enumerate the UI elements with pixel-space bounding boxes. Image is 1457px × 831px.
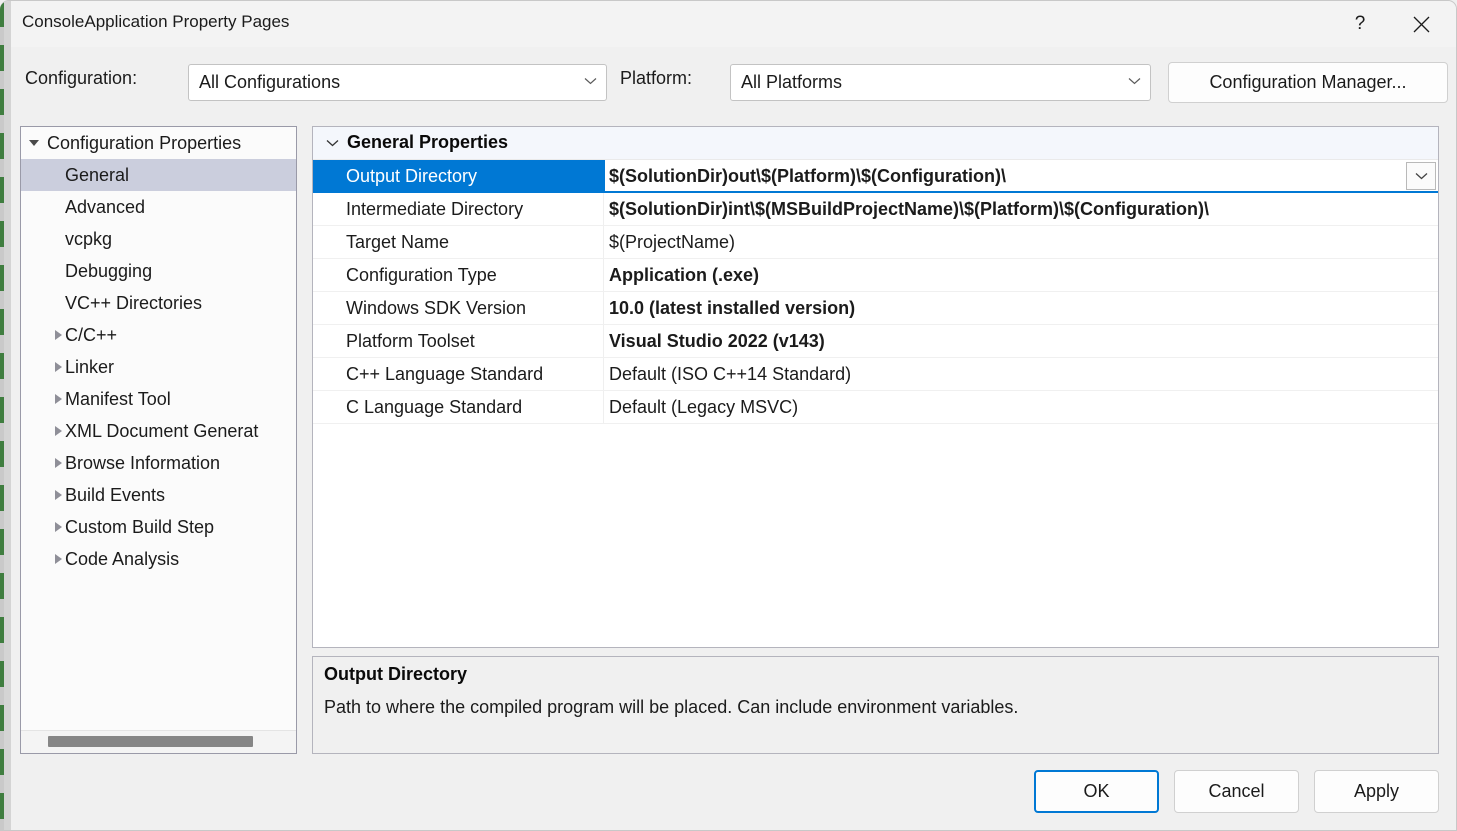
column-separator [603,226,604,258]
tree-item-debugging[interactable]: Debugging [21,255,296,287]
question-mark-icon: ? [1355,13,1366,35]
column-separator [603,292,604,324]
chevron-down-icon [1128,77,1141,85]
tree-item-label: General [21,159,296,191]
tree-expander-collapsed-icon[interactable] [45,351,71,383]
property-row[interactable]: Platform Toolset Visual Studio 2022 (v143… [313,325,1438,358]
tree-item-build-events[interactable]: Build Events [21,479,296,511]
tree-expander-expanded-icon[interactable] [21,127,47,159]
ok-button[interactable]: OK [1034,770,1159,813]
tree-item-xml-document-generat[interactable]: XML Document Generat [21,415,296,447]
tree-item-label: Debugging [21,255,296,287]
property-name: Configuration Type [313,259,572,291]
description-body: Path to where the compiled program will … [324,696,1427,719]
tree-expander-collapsed-icon[interactable] [45,319,71,351]
tree-item-label: VC++ Directories [21,287,296,319]
tree-item-vc-directories[interactable]: VC++ Directories [21,287,296,319]
close-button[interactable] [1398,1,1444,47]
configuration-label: Configuration: [25,68,137,89]
property-name: Intermediate Directory [313,193,572,225]
property-value[interactable]: Application (.exe) [605,259,1438,291]
help-button[interactable]: ? [1337,1,1383,47]
tree-item-label: Advanced [21,191,296,223]
close-icon [1413,16,1430,33]
property-value[interactable]: $(ProjectName) [605,226,1438,258]
dialog-footer: OK Cancel Apply [11,763,1457,831]
property-row[interactable]: Windows SDK Version 10.0 (latest installe… [313,292,1438,325]
platform-label: Platform: [620,68,692,89]
platform-select[interactable]: All Platforms [730,64,1151,101]
property-value[interactable]: Default (Legacy MSVC) [605,391,1438,423]
chevron-down-icon [326,139,339,147]
property-value[interactable]: $(SolutionDir)out\$(Platform)\$(Configur… [605,160,1438,192]
tree-item-code-analysis[interactable]: Code Analysis [21,543,296,575]
property-value-dropdown-button[interactable] [1406,162,1436,190]
tree-expander-collapsed-icon[interactable] [45,447,71,479]
property-pages-dialog: ConsoleApplication Property Pages ? Conf… [0,0,1457,831]
property-name: Platform Toolset [313,325,572,357]
property-row[interactable]: C Language Standard Default (Legacy MSVC) [313,391,1438,424]
scrollbar-thumb[interactable] [48,736,253,747]
cancel-button[interactable]: Cancel [1174,770,1299,813]
column-separator [603,259,604,291]
property-value[interactable]: Visual Studio 2022 (v143) [605,325,1438,357]
configuration-select[interactable]: All Configurations [188,64,607,101]
property-group-header[interactable]: General Properties [313,127,1438,160]
property-row[interactable]: Output Directory $(SolutionDir)out\$(Plat… [313,160,1438,193]
tree-item-browse-information[interactable]: Browse Information [21,447,296,479]
tree-expander-collapsed-icon[interactable] [45,383,71,415]
window-edge-accent [0,1,4,831]
chevron-down-icon [1415,172,1428,180]
property-name: Target Name [313,226,572,258]
property-group-title: General Properties [347,132,508,153]
property-name: C++ Language Standard [313,358,572,390]
property-value[interactable]: $(SolutionDir)int\$(MSBuildProjectName)\… [605,193,1438,225]
window-title: ConsoleApplication Property Pages [22,12,289,32]
configuration-manager-button[interactable]: Configuration Manager... [1168,62,1448,103]
property-row[interactable]: Intermediate Directory $(SolutionDir)int\… [313,193,1438,226]
column-separator [603,391,604,423]
tree-item-manifest-tool[interactable]: Manifest Tool [21,383,296,415]
property-row[interactable]: Configuration Type Application (.exe) [313,259,1438,292]
tree-item-custom-build-step[interactable]: Custom Build Step [21,511,296,543]
column-separator [603,160,604,192]
tree-item-list: Configuration PropertiesGeneralAdvancedv… [21,127,296,731]
chevron-down-icon [584,77,597,85]
tree-item-vcpkg[interactable]: vcpkg [21,223,296,255]
tree-expander-collapsed-icon[interactable] [45,479,71,511]
tree-item-label: vcpkg [21,223,296,255]
description-title: Output Directory [324,664,467,685]
property-row-list: Output Directory $(SolutionDir)out\$(Plat… [313,160,1438,424]
configuration-bar: Configuration: All Configurations Platfo… [11,47,1457,121]
tree-horizontal-scrollbar[interactable] [21,730,296,753]
window-edge-shadow [4,1,11,831]
property-name: Output Directory [313,160,572,192]
property-value[interactable]: Default (ISO C++14 Standard) [605,358,1438,390]
configuration-properties-tree: Configuration PropertiesGeneralAdvancedv… [20,126,297,754]
property-row[interactable]: Target Name $(ProjectName) [313,226,1438,259]
tree-item-general[interactable]: General [21,159,296,191]
property-name: C Language Standard [313,391,572,423]
property-grid: General Properties Output Directory $(Sol… [312,126,1439,648]
column-separator [603,325,604,357]
property-row[interactable]: C++ Language Standard Default (ISO C++14 … [313,358,1438,391]
property-value[interactable]: 10.0 (latest installed version) [605,292,1438,324]
tree-item-configuration-properties[interactable]: Configuration Properties [21,127,296,159]
platform-select-value: All Platforms [741,72,842,93]
tree-expander-collapsed-icon[interactable] [45,415,71,447]
column-separator [603,193,604,225]
tree-item-linker[interactable]: Linker [21,351,296,383]
property-description-panel: Output Directory Path to where the compi… [312,656,1439,754]
tree-item-c-c[interactable]: C/C++ [21,319,296,351]
title-bar: ConsoleApplication Property Pages ? [11,1,1457,47]
tree-item-label: Configuration Properties [21,127,296,159]
configuration-select-value: All Configurations [199,72,340,93]
apply-button[interactable]: Apply [1314,770,1439,813]
tree-expander-collapsed-icon[interactable] [45,511,71,543]
property-name: Windows SDK Version [313,292,572,324]
column-separator [603,358,604,390]
tree-item-advanced[interactable]: Advanced [21,191,296,223]
tree-expander-collapsed-icon[interactable] [45,543,71,575]
